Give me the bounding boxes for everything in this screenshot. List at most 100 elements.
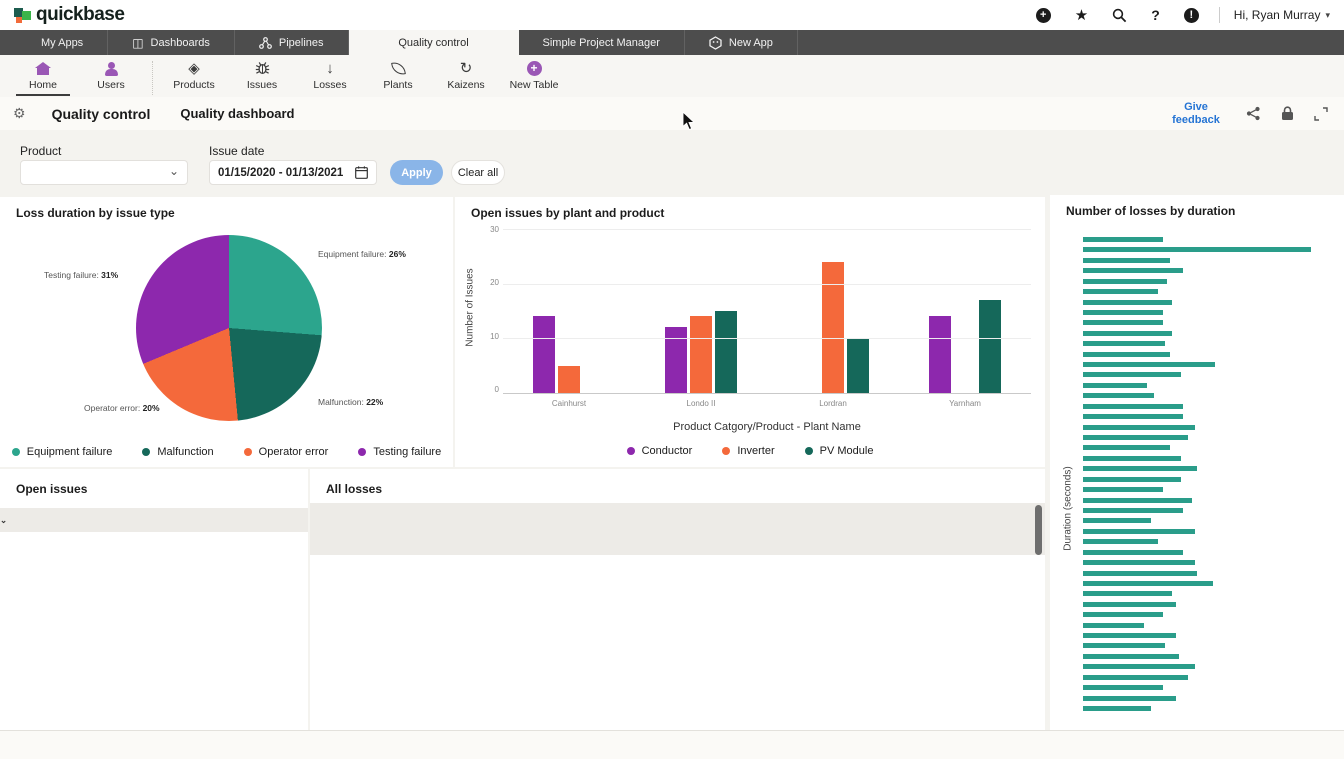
user-menu[interactable]: Hi, Ryan Murray ▾ xyxy=(1234,8,1330,22)
bar-pv-module[interactable] xyxy=(847,338,869,393)
duration-bar[interactable] xyxy=(1083,560,1195,566)
nav-item-issues[interactable]: Issues xyxy=(235,59,289,94)
duration-bar[interactable] xyxy=(1083,601,1177,607)
gear-icon[interactable]: ⚙ xyxy=(13,105,26,122)
duration-bar[interactable] xyxy=(1083,257,1170,263)
give-feedback-link[interactable]: Give feedback xyxy=(1166,101,1226,126)
pie-slice-label: Equipment failure: 26% xyxy=(318,249,406,259)
nav-item-new-table[interactable]: + New Table xyxy=(507,59,561,94)
help-icon[interactable]: ? xyxy=(1151,7,1160,23)
duration-bar[interactable] xyxy=(1083,570,1197,576)
apply-button[interactable]: Apply xyxy=(390,160,443,185)
duration-bar[interactable] xyxy=(1083,487,1163,493)
bar-pv-module[interactable] xyxy=(715,311,737,393)
alert-icon[interactable]: ! xyxy=(1183,7,1199,23)
duration-bar[interactable] xyxy=(1083,414,1184,420)
nav-item-kaizens[interactable]: ↻ Kaizens xyxy=(439,59,493,94)
duration-bar[interactable] xyxy=(1083,445,1170,451)
duration-bar[interactable] xyxy=(1083,580,1213,586)
bar-inverter[interactable] xyxy=(558,365,580,393)
duration-bar[interactable] xyxy=(1083,455,1181,461)
nav-item-losses[interactable]: ↓ Losses xyxy=(303,59,357,94)
bar-inverter[interactable] xyxy=(822,261,844,393)
tab-dashboards[interactable]: ◫ Dashboards xyxy=(108,30,235,55)
duration-bar[interactable] xyxy=(1083,237,1163,242)
bar-conductor[interactable] xyxy=(665,327,687,393)
duration-bar[interactable] xyxy=(1083,476,1181,482)
duration-bar[interactable] xyxy=(1083,518,1152,524)
duration-bar[interactable] xyxy=(1083,320,1163,326)
duration-bar[interactable] xyxy=(1083,695,1177,701)
duration-bar[interactable] xyxy=(1083,497,1193,503)
tab-pipelines[interactable]: Pipelines xyxy=(235,30,349,55)
clear-all-button[interactable]: Clear all xyxy=(451,160,505,185)
nav-item-products[interactable]: ◈ Products xyxy=(167,59,221,94)
legend-label: Malfunction xyxy=(157,446,214,458)
duration-bar[interactable] xyxy=(1083,330,1172,336)
search-icon[interactable] xyxy=(1112,8,1127,23)
product-filter-select[interactable]: ⌄ xyxy=(20,160,188,185)
lock-icon[interactable] xyxy=(1281,106,1294,121)
expand-all-chevron-icon[interactable]: ⌄ xyxy=(0,515,56,526)
duration-bar[interactable] xyxy=(1083,633,1177,639)
duration-bar[interactable] xyxy=(1083,403,1184,409)
duration-bar[interactable] xyxy=(1083,299,1172,305)
pie-chart-title: Loss duration by issue type xyxy=(16,206,175,220)
duration-bar[interactable] xyxy=(1083,362,1216,368)
tab-label: Pipelines xyxy=(278,36,324,49)
legend-label: PV Module xyxy=(819,445,874,457)
duration-bar[interactable] xyxy=(1083,372,1181,378)
bar-conductor[interactable] xyxy=(533,316,555,393)
bar-inverter[interactable] xyxy=(690,316,712,393)
logo-text: quickbase xyxy=(36,4,125,25)
duration-bar[interactable] xyxy=(1083,309,1163,315)
favorites-icon[interactable]: ★ xyxy=(1075,6,1088,24)
duration-bar[interactable] xyxy=(1083,612,1163,618)
duration-bar[interactable] xyxy=(1083,664,1195,670)
duration-bar[interactable] xyxy=(1083,643,1165,649)
duration-bar[interactable] xyxy=(1083,591,1172,597)
duration-bar[interactable] xyxy=(1083,382,1147,388)
duration-bar[interactable] xyxy=(1083,549,1184,555)
calendar-icon[interactable] xyxy=(355,166,368,179)
duration-bar[interactable] xyxy=(1083,435,1188,441)
duration-bar[interactable] xyxy=(1083,424,1195,430)
duration-bar[interactable] xyxy=(1083,268,1184,274)
legend-item: Equipment failure xyxy=(11,446,112,458)
duration-bar[interactable] xyxy=(1083,247,1311,253)
tab-simple-project-manager[interactable]: Simple Project Manager xyxy=(519,30,685,55)
duration-bar[interactable] xyxy=(1083,341,1165,347)
issue-date-input[interactable]: 01/15/2020 - 01/13/2021 xyxy=(209,160,377,185)
tab-quality-control[interactable]: Quality control xyxy=(348,30,519,55)
tab-new-app[interactable]: New App xyxy=(685,30,798,55)
duration-bar[interactable] xyxy=(1083,289,1159,295)
duration-bar[interactable] xyxy=(1083,466,1197,472)
quickbase-logo[interactable]: quickbase xyxy=(14,4,125,26)
duration-bar[interactable] xyxy=(1083,539,1159,545)
top-header: quickbase + ★?! Hi, Ryan Murray ▾ xyxy=(0,0,1344,30)
share-icon[interactable] xyxy=(1246,106,1261,121)
tab-my-apps[interactable]: My Apps xyxy=(0,30,109,55)
duration-bar[interactable] xyxy=(1083,674,1188,680)
duration-bar[interactable] xyxy=(1083,351,1170,357)
nav-item-users[interactable]: Users xyxy=(84,59,138,94)
nav-item-home[interactable]: Home xyxy=(16,59,70,96)
duration-bar[interactable] xyxy=(1083,528,1195,534)
duration-bar[interactable] xyxy=(1083,622,1145,628)
bar-slot xyxy=(928,316,953,393)
dashboard-title[interactable]: Quality dashboard xyxy=(180,106,294,121)
duration-bar[interactable] xyxy=(1083,653,1179,659)
add-icon[interactable]: + xyxy=(1035,7,1051,23)
duration-bar[interactable] xyxy=(1083,393,1154,399)
open-issues-title: Open issues xyxy=(16,482,88,496)
fullscreen-icon[interactable] xyxy=(1314,106,1328,121)
bar-conductor[interactable] xyxy=(929,316,951,393)
duration-bar[interactable] xyxy=(1083,685,1163,691)
duration-bar[interactable] xyxy=(1083,705,1152,711)
nav-item-plants[interactable]: Plants xyxy=(371,59,425,94)
bar-pv-module[interactable] xyxy=(979,300,1001,393)
duration-bar[interactable] xyxy=(1083,278,1168,284)
duration-bar[interactable] xyxy=(1083,507,1184,513)
table-scrollbar[interactable] xyxy=(1035,505,1042,555)
kaizens-icon: ↻ xyxy=(459,60,473,77)
